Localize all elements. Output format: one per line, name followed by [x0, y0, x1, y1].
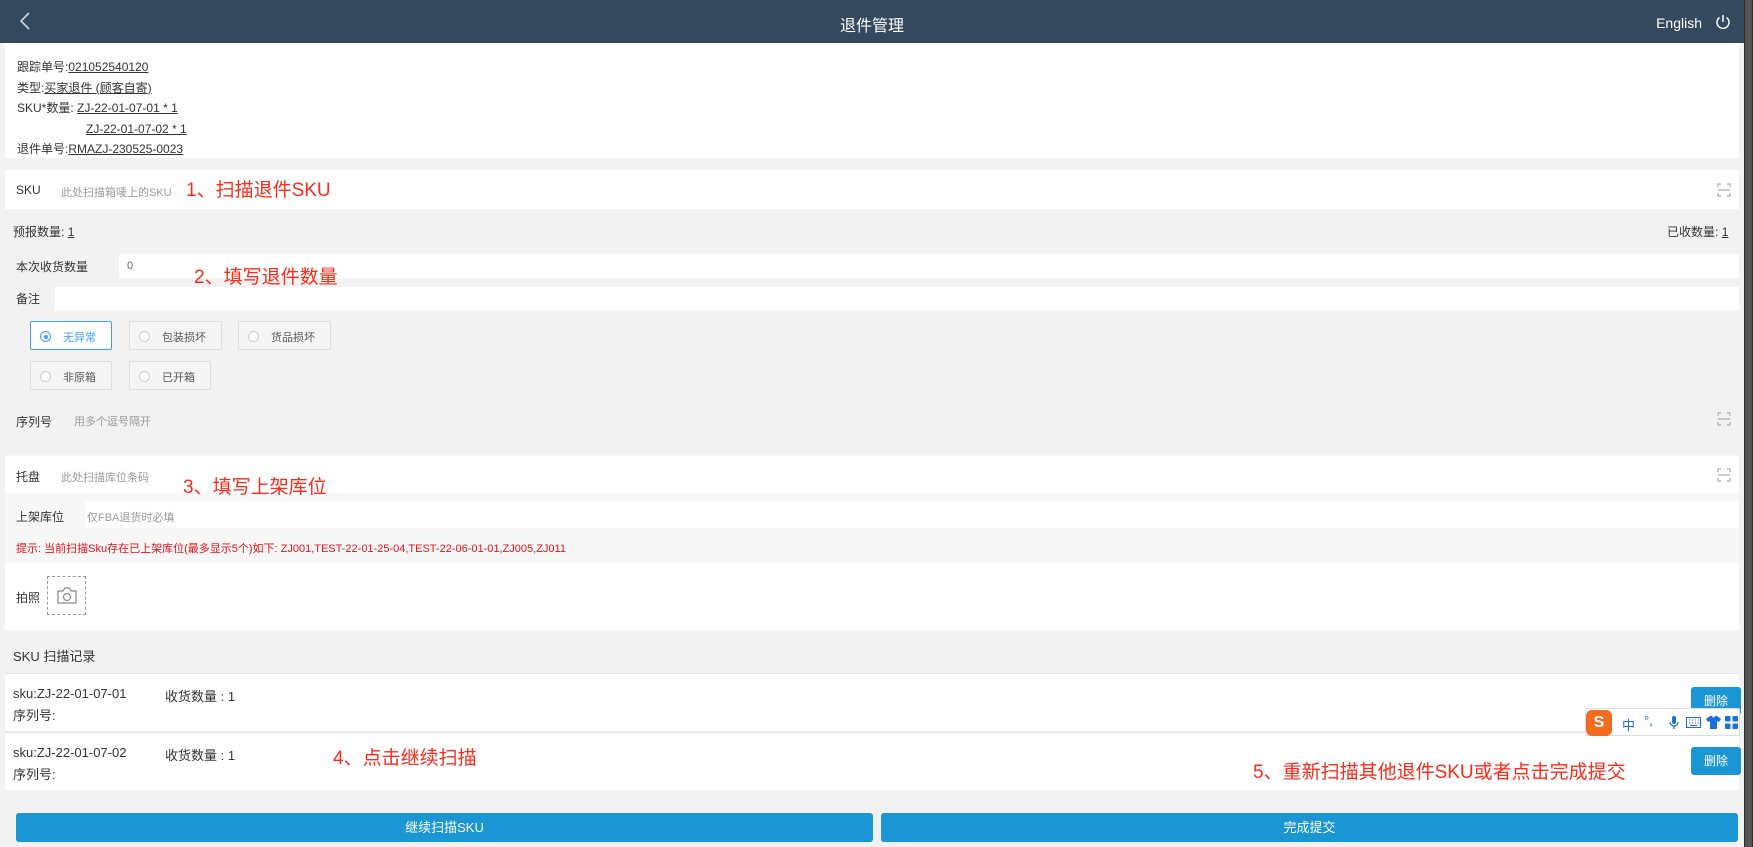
- condition-option-box-opened[interactable]: 已开箱: [129, 361, 211, 390]
- sku-field-label: SKU: [16, 183, 41, 197]
- sku-qty-label: SKU*数量:: [17, 101, 74, 115]
- condition-option-package-damaged[interactable]: 包装损坏: [129, 321, 222, 350]
- microphone-icon[interactable]: [1668, 715, 1680, 730]
- scan-icon[interactable]: [1717, 468, 1731, 482]
- radio-icon: [40, 331, 51, 342]
- record-sku: sku:ZJ-22-01-07-01: [13, 686, 127, 701]
- type-row: 类型:买家退件 (顾客自寄): [17, 78, 1739, 99]
- punctuation-icon[interactable]: °,: [1644, 713, 1653, 728]
- scan-icon[interactable]: [1717, 183, 1731, 197]
- pallet-label: 托盘: [16, 470, 41, 484]
- condition-option-goods-damaged[interactable]: 货品损坏: [238, 321, 331, 350]
- type-value[interactable]: 买家退件 (顾客自寄): [44, 81, 151, 95]
- ime-toolbar[interactable]: S 中 °,: [1585, 708, 1740, 736]
- page-title: 退件管理: [839, 18, 904, 35]
- forecast-qty: 预报数量: 1: [13, 223, 74, 240]
- shelf-label: 上架库位: [16, 510, 65, 524]
- return-no-value[interactable]: RMAZJ-230525-0023: [68, 142, 183, 156]
- forecast-label: 预报数量:: [13, 225, 65, 239]
- scrollbar-thumb[interactable]: [1745, 0, 1752, 847]
- record-serial: 序列号:: [13, 708, 56, 723]
- shelf-placeholder: 仅FBA退货时必填: [87, 512, 175, 524]
- forecast-value: 1: [67, 225, 75, 239]
- condition-option-normal[interactable]: 无异常: [30, 321, 112, 350]
- qty-input[interactable]: 0: [119, 254, 1739, 278]
- annotation-step3: 3、填写上架库位: [183, 477, 327, 498]
- tracking-row: 跟踪单号:021052540120: [17, 57, 1739, 78]
- radio-icon: [248, 331, 259, 342]
- location-hint: 提示: 当前扫描Sku存在已上架库位(最多显示5个)如下: ZJ001,TEST…: [16, 543, 566, 555]
- language-switch[interactable]: English: [1656, 15, 1702, 31]
- camera-icon: [57, 587, 77, 604]
- main-content: 跟踪单号:021052540120 类型:买家退件 (顾客自寄) SKU*数量:…: [5, 43, 1741, 847]
- received-qty: 已收数量: 1: [1667, 223, 1728, 240]
- return-no-row: 退件单号:RMAZJ-230525-0023: [17, 139, 1739, 160]
- bottom-actions: 继续扫描SKU 完成提交: [5, 808, 1739, 847]
- radio-icon: [40, 371, 51, 382]
- qty-field-label: 本次收货数量: [16, 260, 89, 274]
- radio-icon: [139, 331, 150, 342]
- record-sku: sku:ZJ-22-01-07-02: [13, 745, 127, 760]
- sku-value-1[interactable]: ZJ-22-01-07-01 * 1: [77, 101, 178, 115]
- condition-label: 包装损坏: [162, 332, 206, 344]
- power-icon[interactable]: [1714, 13, 1732, 31]
- keyboard-icon[interactable]: [1686, 717, 1701, 728]
- annotation-step5: 5、重新扫描其他退件SKU或者点击完成提交: [1253, 762, 1626, 783]
- records-title: SKU 扫描记录: [5, 635, 1739, 673]
- tracking-label: 跟踪单号:: [17, 60, 69, 74]
- return-no-label: 退件单号:: [17, 142, 69, 156]
- serial-label: 序列号: [16, 415, 53, 429]
- scan-icon[interactable]: [1717, 412, 1731, 426]
- remark-input[interactable]: [55, 287, 1739, 311]
- scrollbar[interactable]: [1744, 0, 1753, 847]
- photo-label: 拍照: [16, 591, 41, 605]
- annotation-step2: 2、填写退件数量: [194, 267, 338, 288]
- sogou-logo-icon[interactable]: S: [1586, 710, 1612, 736]
- submit-button[interactable]: 完成提交: [881, 813, 1738, 842]
- shelf-input[interactable]: 仅FBA退货时必填: [85, 501, 1739, 528]
- qty-input-value: 0: [127, 260, 134, 272]
- type-label: 类型:: [17, 80, 45, 95]
- order-info: 跟踪单号:021052540120 类型:买家退件 (顾客自寄) SKU*数量:…: [5, 43, 1739, 158]
- pallet-input[interactable]: 此处扫描库位条码: [61, 469, 149, 485]
- condition-option-not-original-box[interactable]: 非原箱: [30, 361, 112, 390]
- annotation-step1: 1、扫描退件SKU: [186, 180, 331, 201]
- photo-row: [5, 563, 1739, 631]
- radio-icon: [139, 371, 150, 382]
- delete-button[interactable]: 删除: [1691, 747, 1741, 775]
- photo-upload[interactable]: [47, 576, 86, 615]
- sku-value-2[interactable]: ZJ-22-01-07-02 * 1: [86, 122, 187, 136]
- annotation-step4: 4、点击继续扫描: [333, 748, 477, 769]
- condition-label: 非原箱: [63, 372, 96, 384]
- top-bar: 退件管理 English: [0, 0, 1744, 43]
- ime-mode-icon[interactable]: 中: [1622, 715, 1635, 734]
- condition-label: 货品损坏: [271, 332, 315, 344]
- record-row: sku:ZJ-22-01-07-01 收货数量 : 1 序列号: 删除: [5, 673, 1741, 731]
- sku-row: SKU*数量: ZJ-22-01-07-01 * 1: [17, 98, 1739, 119]
- tracking-value[interactable]: 021052540120: [68, 60, 148, 74]
- condition-label: 无异常: [63, 332, 96, 344]
- sku-row-2: ZJ-22-01-07-02 * 1: [17, 119, 1739, 140]
- sku-input[interactable]: 此处扫描箱唛上的SKU: [61, 184, 172, 200]
- serial-input[interactable]: 用多个逗号隔开: [74, 413, 151, 429]
- toolbox-grid-icon[interactable]: [1725, 716, 1738, 729]
- condition-label: 已开箱: [162, 372, 195, 384]
- record-qty: 收货数量 : 1: [165, 689, 236, 704]
- received-value: 1: [1721, 225, 1729, 239]
- remark-label: 备注: [16, 292, 41, 306]
- record-qty: 收货数量 : 1: [165, 748, 236, 763]
- continue-scan-button[interactable]: 继续扫描SKU: [16, 813, 873, 842]
- record-serial: 序列号:: [13, 767, 56, 782]
- received-label: 已收数量:: [1667, 225, 1719, 239]
- skin-shirt-icon[interactable]: [1706, 716, 1721, 729]
